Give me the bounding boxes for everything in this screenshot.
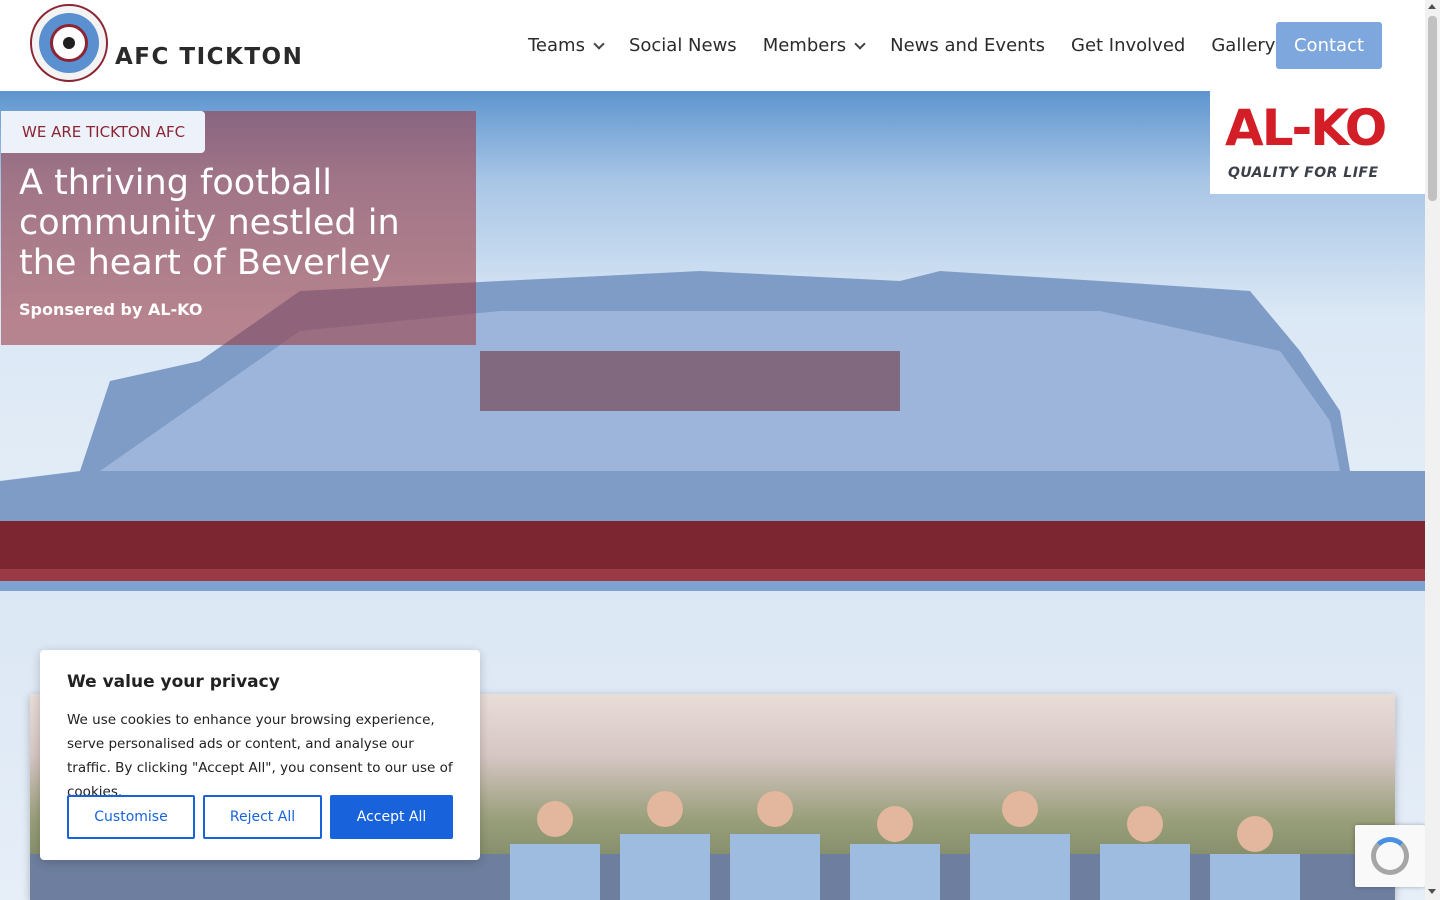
hero-tagline: WE ARE TICKTON AFC <box>1 111 205 153</box>
nav-get-involved[interactable]: Get Involved <box>1071 35 1185 56</box>
cookie-title: We value your privacy <box>67 672 280 692</box>
chevron-down-icon <box>854 37 866 50</box>
contact-button[interactable]: Contact <box>1276 22 1382 69</box>
nav-gallery[interactable]: Gallery <box>1211 35 1275 56</box>
nav-get-involved-label: Get Involved <box>1071 35 1186 56</box>
club-name[interactable]: AFC TICKTON <box>115 44 303 70</box>
alko-sponsor-logo[interactable]: AL-KO QUALITY FOR LIFE <box>1210 91 1425 194</box>
nav-members[interactable]: Members <box>762 35 866 56</box>
nav-members-label: Members <box>762 35 847 56</box>
alko-brand: AL-KO <box>1225 99 1387 157</box>
main-nav: Teams Social News Members News and Event… <box>528 22 1301 69</box>
recaptcha-badge[interactable] <box>1355 825 1425 887</box>
scrollbar-thumb[interactable] <box>1428 16 1437 201</box>
site-header: AFC TICKTON Teams Social News Members Ne… <box>0 0 1425 91</box>
club-crest-logo[interactable] <box>30 4 108 82</box>
nav-social-news-label: Social News <box>628 35 737 56</box>
cookie-description: We use cookies to enhance your browsing … <box>67 712 453 800</box>
nav-teams-label: Teams <box>528 35 585 56</box>
cookie-consent-dialog: We value your privacy We use cookies to … <box>40 650 480 860</box>
nav-news-events[interactable]: News and Events <box>890 35 1045 56</box>
nav-social-news[interactable]: Social News <box>629 35 737 56</box>
hero-heading: A thriving football community nestled in… <box>19 163 400 283</box>
hero-stripe-blue <box>0 581 1425 591</box>
accept-all-button[interactable]: Accept All <box>330 795 453 839</box>
recaptcha-icon <box>1371 837 1409 875</box>
hero-stripe-maroon <box>0 569 1425 581</box>
scroll-down-arrow-icon[interactable] <box>1428 889 1436 894</box>
alko-tagline: QUALITY FOR LIFE <box>1228 165 1379 181</box>
nav-teams[interactable]: Teams <box>528 35 605 56</box>
customise-button[interactable]: Customise <box>67 795 195 839</box>
hero-sponsor-line: Sponsered by AL-KO <box>19 300 203 319</box>
nav-gallery-label: Gallery <box>1211 35 1276 56</box>
hero-banner: WE ARE TICKTON AFC A thriving football c… <box>0 91 1425 591</box>
nav-news-events-label: News and Events <box>890 35 1045 56</box>
chevron-down-icon <box>593 37 605 50</box>
scroll-up-arrow-icon[interactable] <box>1428 4 1436 9</box>
page-scrollbar[interactable] <box>1425 0 1440 900</box>
reject-all-button[interactable]: Reject All <box>203 795 322 839</box>
